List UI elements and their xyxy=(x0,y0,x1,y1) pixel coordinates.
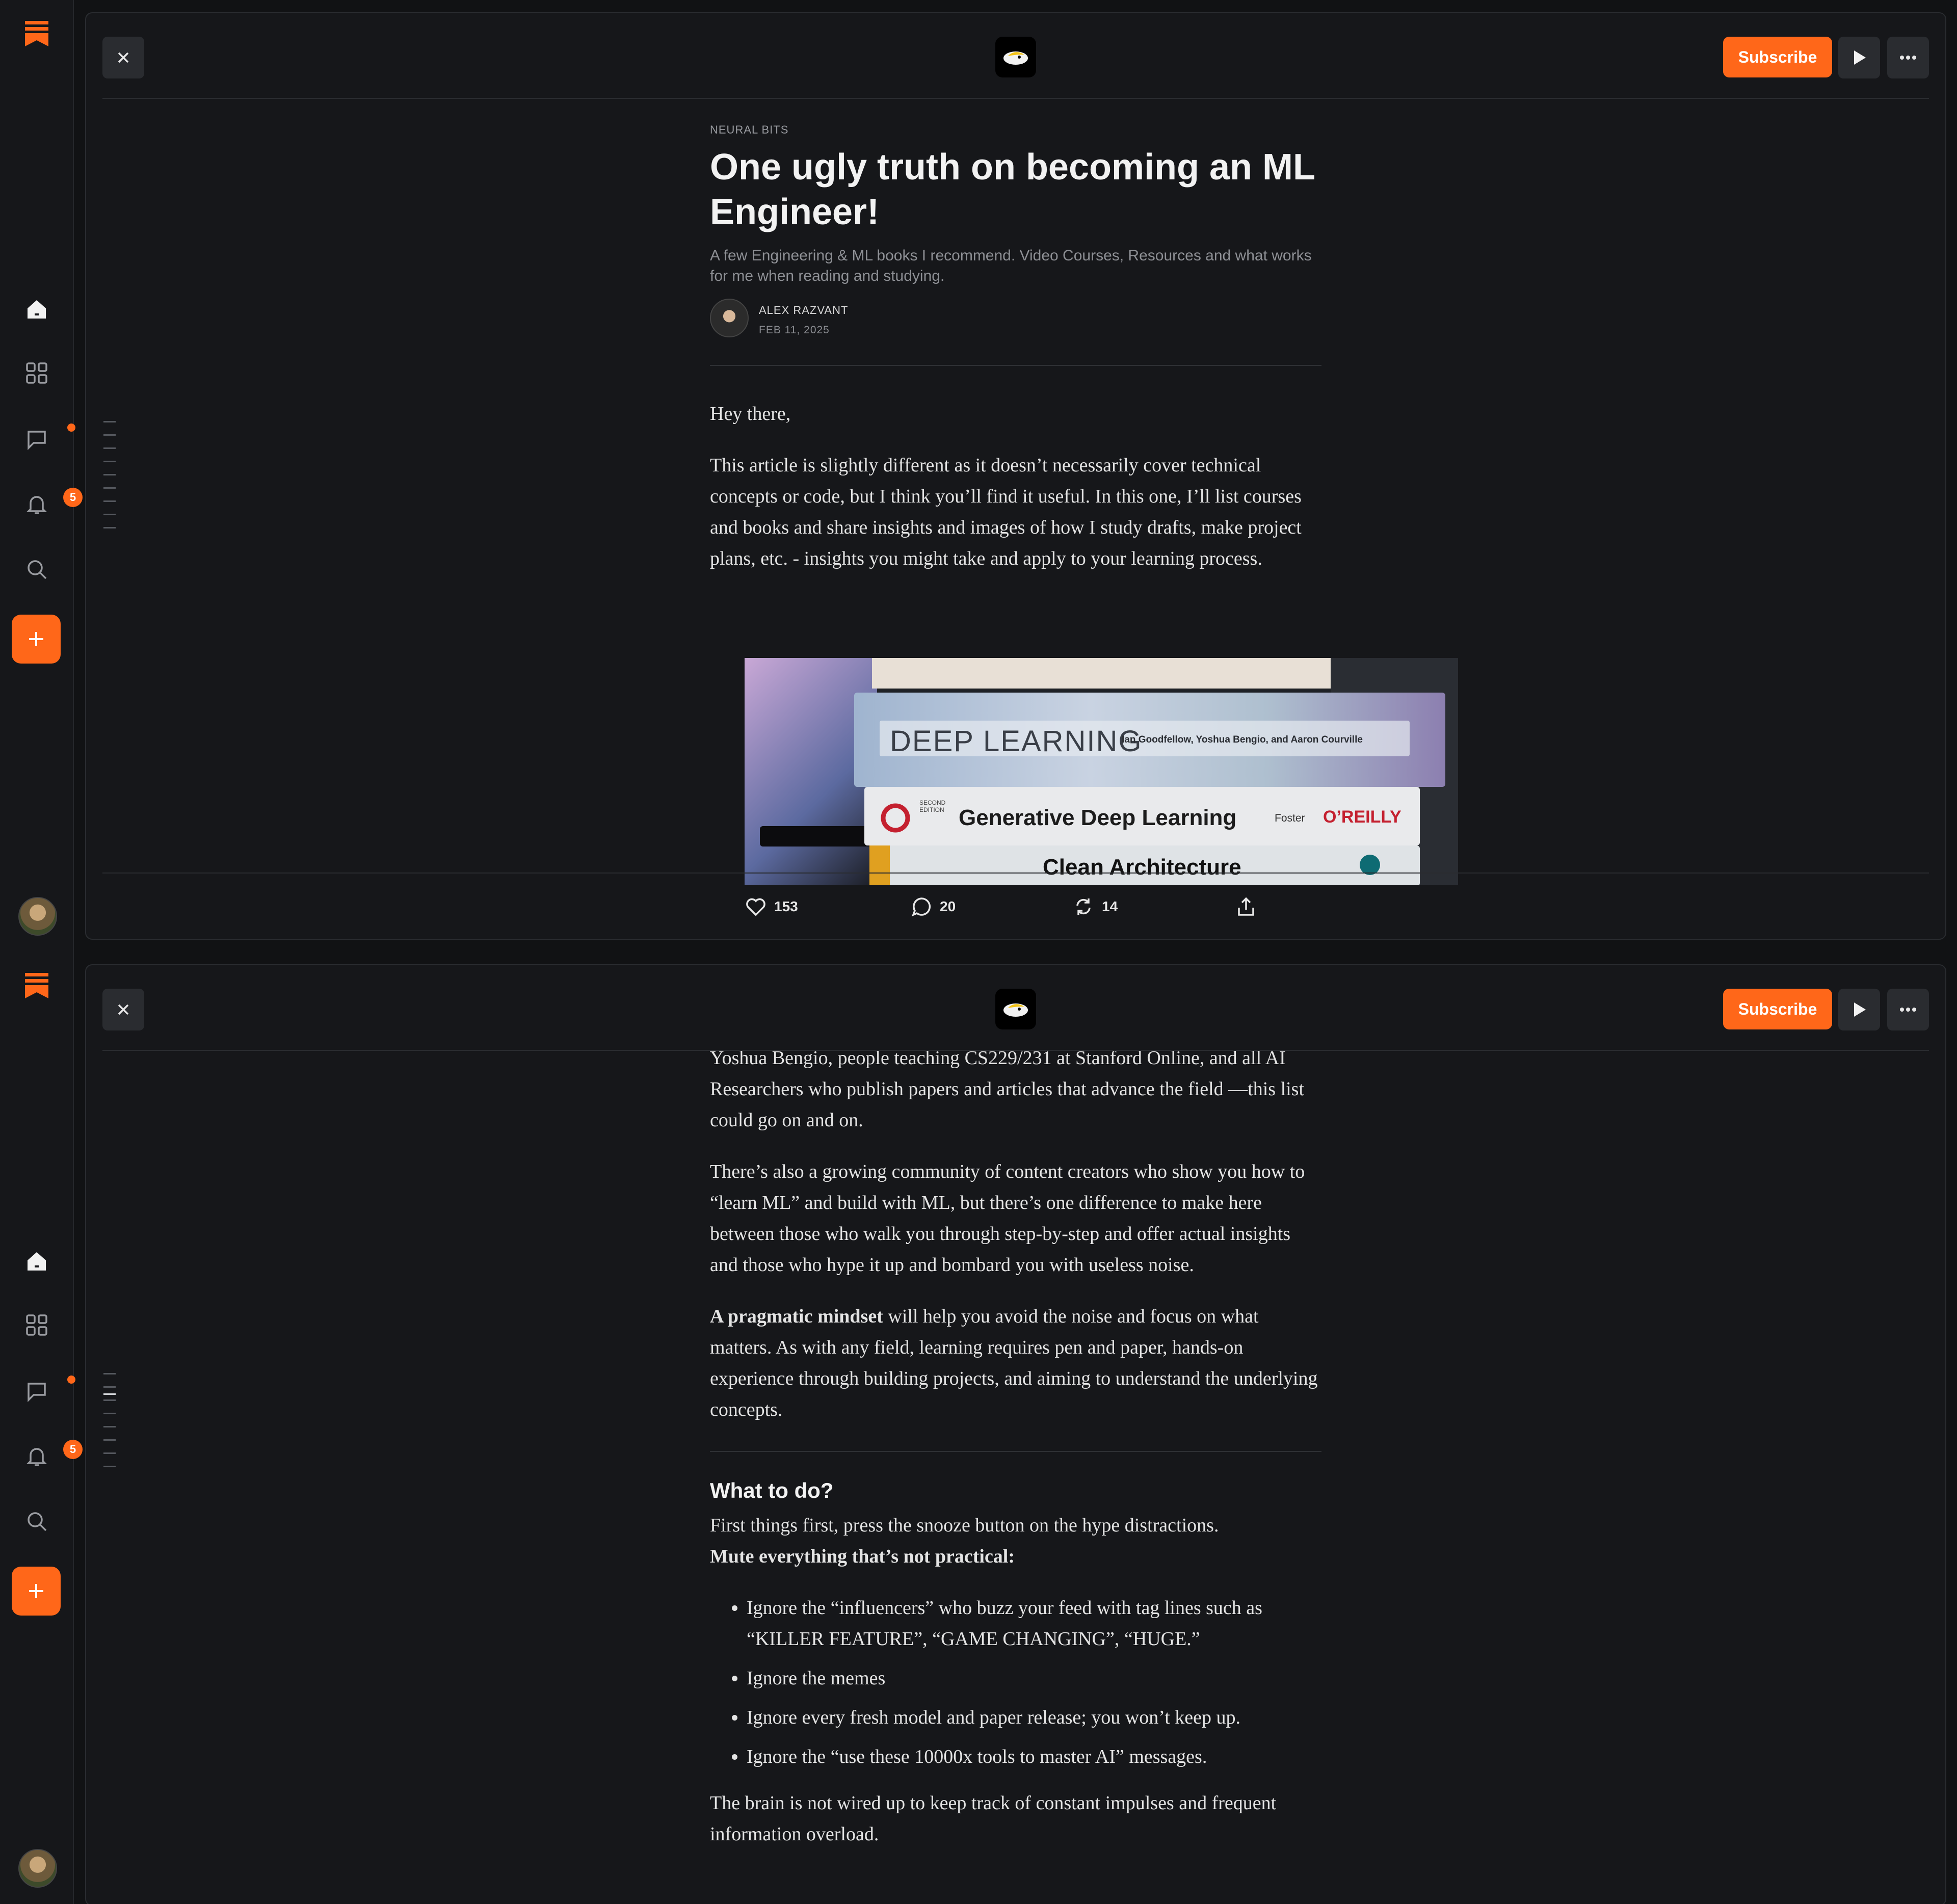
grid-icon[interactable] xyxy=(23,1312,50,1338)
substack-bookmark-icon[interactable] xyxy=(23,972,50,999)
close-button[interactable] xyxy=(102,37,144,78)
sidebar: 5 xyxy=(0,0,83,952)
notification-badge: 5 xyxy=(63,488,83,507)
chat-icon[interactable] xyxy=(23,1376,75,1404)
restack-count: 14 xyxy=(1102,898,1118,914)
play-button[interactable] xyxy=(1838,989,1880,1030)
home-icon[interactable] xyxy=(23,1248,50,1275)
chat-icon[interactable] xyxy=(23,424,75,452)
comment-button[interactable]: 20 xyxy=(911,894,956,919)
substack-bookmark-icon[interactable] xyxy=(23,20,50,47)
publication-logo[interactable] xyxy=(995,37,1036,77)
author-avatar[interactable] xyxy=(710,299,749,337)
bold-phrase: A pragmatic mindset xyxy=(710,1306,883,1327)
bullet-list: Ignore the “influencers” who buzz your f… xyxy=(710,1593,1321,1773)
close-button[interactable] xyxy=(102,989,144,1030)
article-topbar: Subscribe xyxy=(102,13,1929,99)
plus-icon xyxy=(29,632,43,646)
home-icon[interactable] xyxy=(23,296,50,323)
paragraph-text: First things first, press the snooze but… xyxy=(710,1515,1219,1536)
app-window-top: 5 Subscribe NEURAL BITS One ugly truth o… xyxy=(0,0,1957,952)
comment-count: 20 xyxy=(940,898,956,914)
paragraph: There’s also a growing community of cont… xyxy=(710,1161,1305,1276)
heart-icon xyxy=(746,898,765,916)
article-body-continued: Yoshua Bengio, people teaching CS229/231… xyxy=(710,1043,1321,1870)
byline: ALEX RAZVANT FEB 11, 2025 xyxy=(710,299,1321,339)
article-subtitle: A few Engineering & ML books I recommend… xyxy=(710,247,1312,284)
publication-name[interactable]: NEURAL BITS xyxy=(710,123,1321,137)
create-button[interactable] xyxy=(12,1567,61,1616)
more-horizontal-icon xyxy=(1900,56,1916,60)
share-icon xyxy=(1238,897,1254,916)
paragraph: A pragmatic mindset will help you avoid … xyxy=(710,1301,1321,1425)
more-horizontal-icon xyxy=(1900,1008,1916,1012)
book-edition: SECOND EDITION xyxy=(919,799,946,813)
paragraph: First things first, press the snooze but… xyxy=(710,1510,1321,1572)
play-icon xyxy=(1854,1002,1866,1017)
paragraph: Yoshua Bengio, people teaching CS229/231… xyxy=(710,1047,1305,1131)
more-button[interactable] xyxy=(1887,37,1929,78)
book-authors: Ian Goodfellow, Yoshua Bengio, and Aaron… xyxy=(1122,734,1363,745)
table-of-contents-rail[interactable] xyxy=(103,1373,116,1479)
app-window-bottom: 5 Yoshua Bengio, people teaching CS229/2… xyxy=(0,952,1957,1904)
restack-icon xyxy=(1076,898,1091,915)
engagement-bar: 153 20 14 xyxy=(102,872,1929,939)
article-body: Yoshua Bengio, people teaching CS229/231… xyxy=(710,1043,1321,1850)
publisher-name: O’REILLY xyxy=(1323,807,1401,827)
publish-date: FEB 11, 2025 xyxy=(759,324,830,336)
paragraph: This article is slightly different as it… xyxy=(710,455,1302,569)
article-panel: Yoshua Bengio, people teaching CS229/231… xyxy=(85,964,1946,1904)
author-name[interactable]: ALEX RAZVANT xyxy=(759,304,848,317)
list-item: Ignore the memes xyxy=(747,1663,1321,1694)
more-button[interactable] xyxy=(1887,989,1929,1030)
book-author: Foster xyxy=(1275,812,1305,824)
list-item: Ignore every fresh model and paper relea… xyxy=(747,1702,1321,1733)
article-topbar: Subscribe xyxy=(102,965,1929,1051)
subscribe-button[interactable]: Subscribe xyxy=(1723,37,1832,77)
book-title: DEEP LEARNING xyxy=(890,725,1143,758)
search-icon[interactable] xyxy=(23,556,50,583)
user-avatar[interactable] xyxy=(18,1849,57,1888)
table-of-contents-rail[interactable] xyxy=(103,421,116,540)
paragraph: The brain is not wired up to keep track … xyxy=(710,1792,1277,1845)
bell-icon[interactable]: 5 xyxy=(23,1440,83,1469)
unread-dot xyxy=(67,424,75,432)
search-icon[interactable] xyxy=(23,1508,50,1535)
share-button[interactable] xyxy=(1237,894,1263,919)
user-avatar[interactable] xyxy=(18,897,57,936)
like-button[interactable]: 153 xyxy=(746,894,798,919)
paragraph: Hey there, xyxy=(710,403,791,425)
article-body: Hey there, This article is slightly diff… xyxy=(710,399,1321,574)
close-icon xyxy=(118,52,129,63)
article-panel: Subscribe NEURAL BITS One ugly truth on … xyxy=(85,12,1946,940)
article-header: NEURAL BITS One ugly truth on becoming a… xyxy=(710,123,1321,595)
divider xyxy=(710,1451,1321,1452)
play-button[interactable] xyxy=(1838,37,1880,78)
grid-icon[interactable] xyxy=(23,360,50,386)
bold-phrase: Mute everything that’s not practical: xyxy=(710,1546,1015,1567)
notification-badge: 5 xyxy=(63,1440,83,1459)
list-item: Ignore the “use these 10000x tools to ma… xyxy=(747,1741,1321,1773)
book-title: Generative Deep Learning xyxy=(959,805,1237,830)
plus-icon xyxy=(29,1584,43,1598)
divider xyxy=(710,365,1321,366)
list-item: Ignore the “influencers” who buzz your f… xyxy=(747,1593,1321,1655)
like-count: 153 xyxy=(774,898,798,914)
close-icon xyxy=(118,1004,129,1015)
section-heading: What to do? xyxy=(710,1478,834,1502)
restack-button[interactable]: 14 xyxy=(1073,894,1118,919)
unread-dot xyxy=(67,1376,75,1384)
create-button[interactable] xyxy=(12,615,61,664)
comment-icon xyxy=(911,897,931,917)
publication-logo[interactable] xyxy=(995,989,1036,1029)
subscribe-button[interactable]: Subscribe xyxy=(1723,989,1832,1029)
bell-icon[interactable]: 5 xyxy=(23,488,83,517)
play-icon xyxy=(1854,50,1866,65)
sidebar: 5 xyxy=(0,952,83,1904)
article-title: One ugly truth on becoming an ML Enginee… xyxy=(710,147,1315,232)
hero-image[interactable]: DEEP LEARNING Ian Goodfellow, Yoshua Ben… xyxy=(745,658,1458,885)
